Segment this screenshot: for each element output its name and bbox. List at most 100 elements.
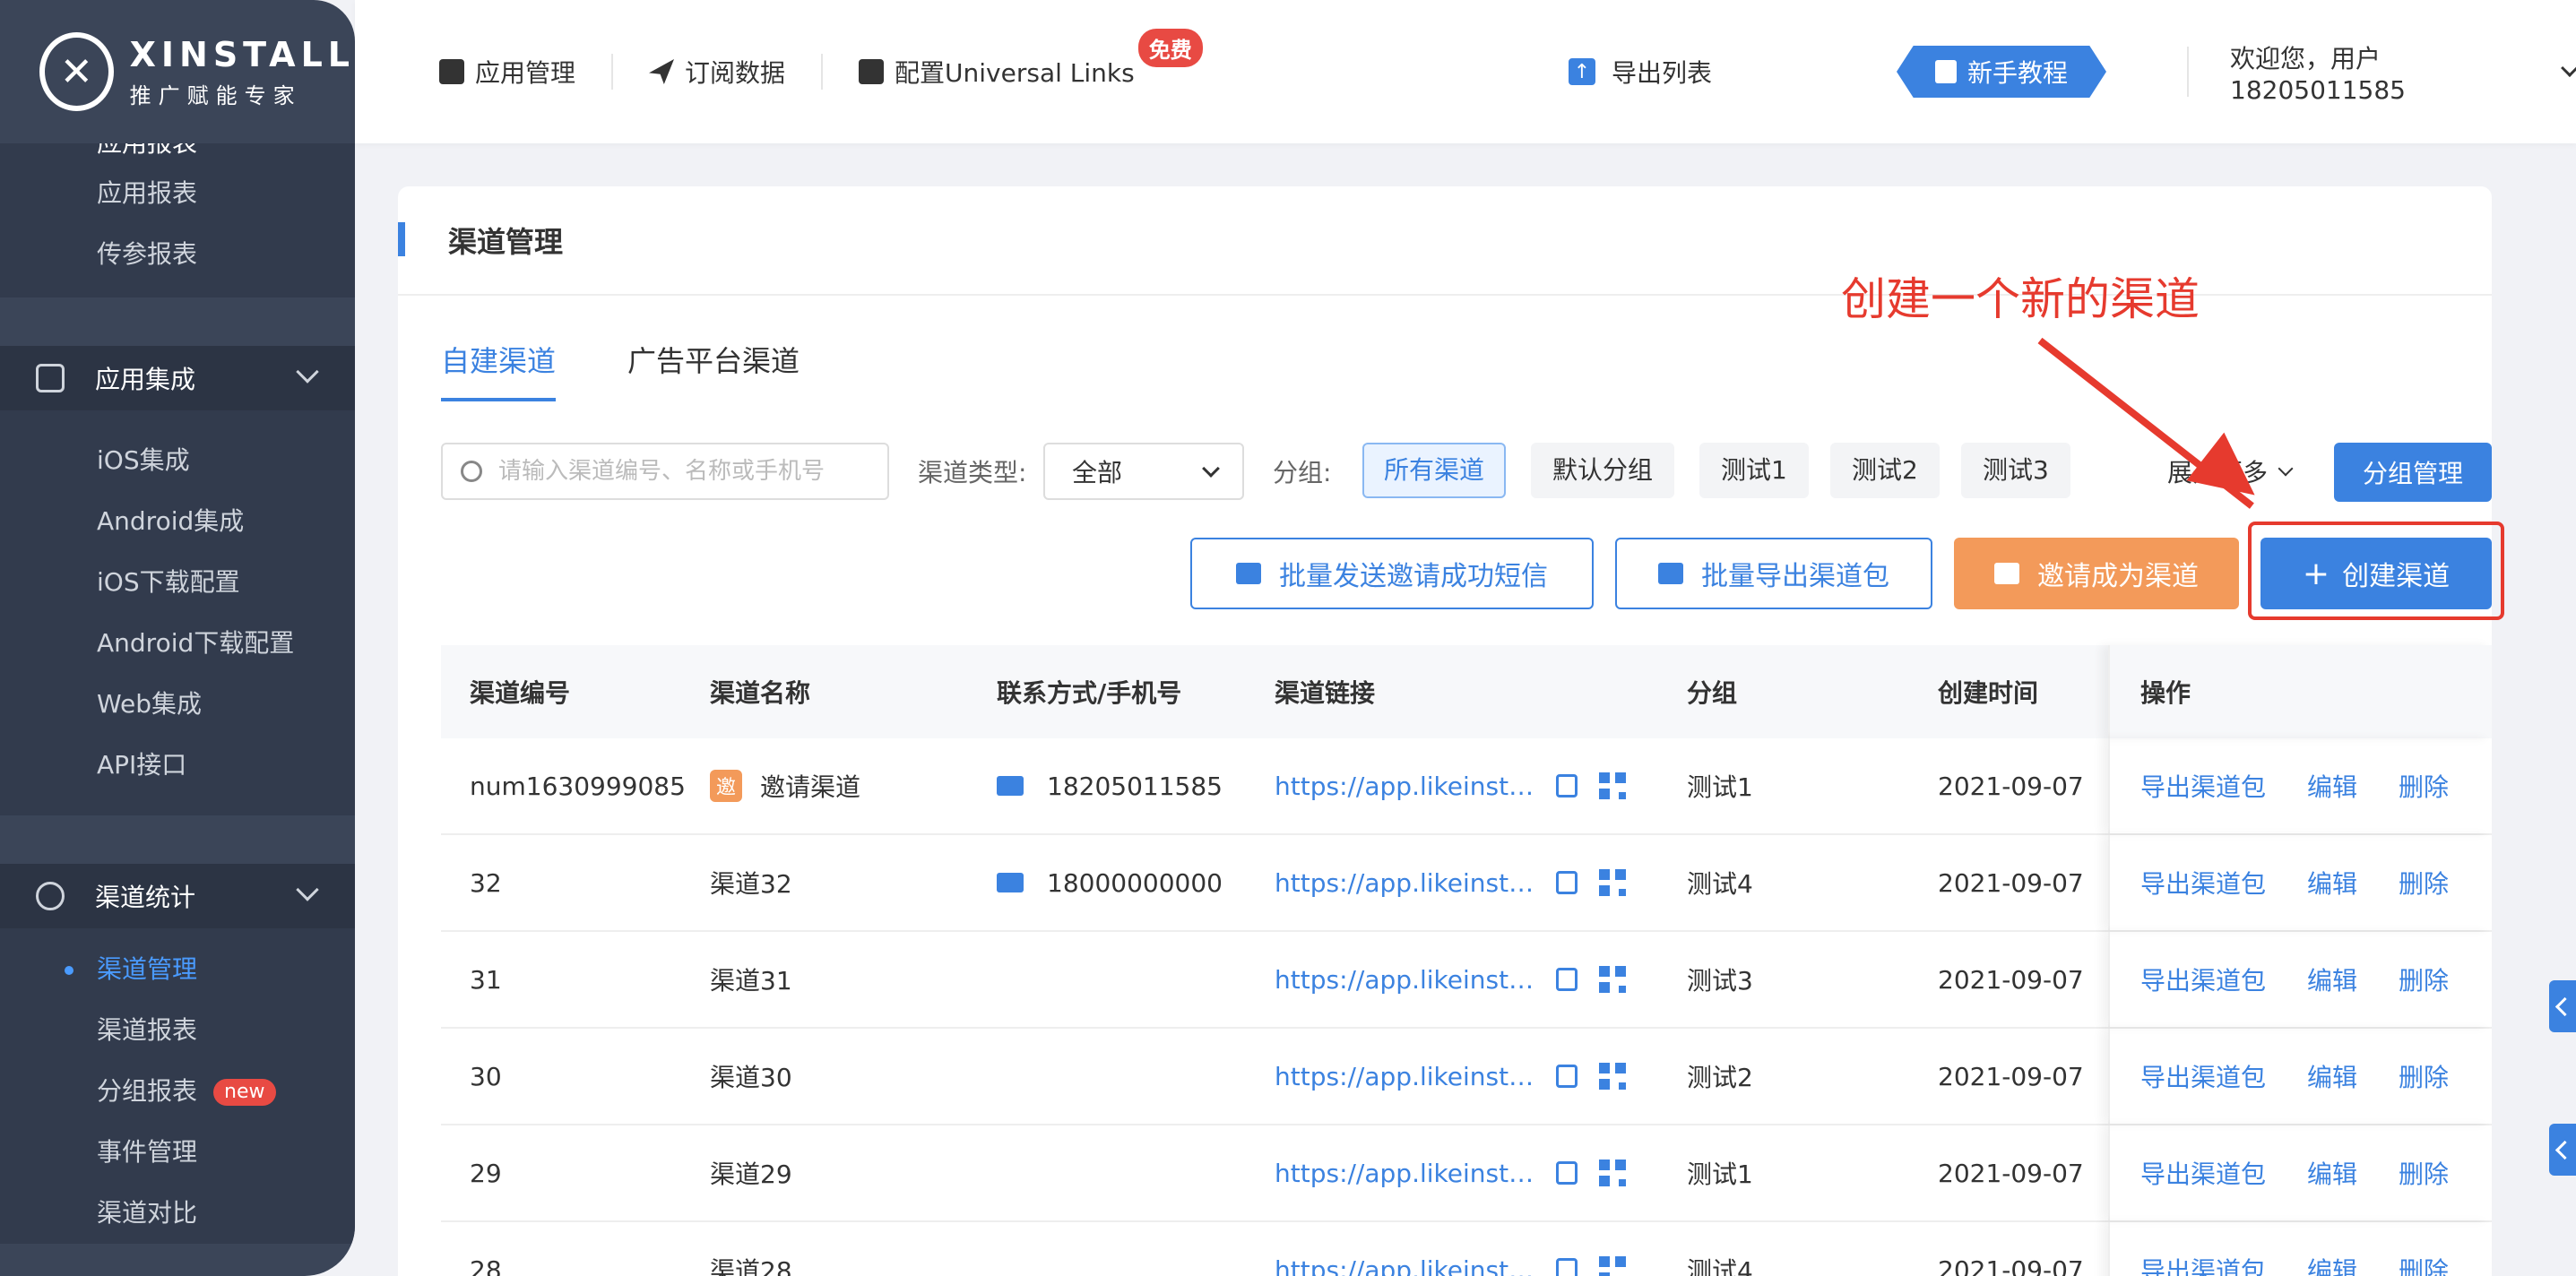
delete-link[interactable]: 删除 [2399, 1252, 2449, 1276]
upload-icon: ↑ [1569, 58, 1595, 85]
channel-created: 2021-09-07 [1938, 1254, 2084, 1276]
channel-tabs: 自建渠道 广告平台渠道 [441, 339, 871, 401]
copy-icon[interactable] [1556, 871, 1578, 894]
channel-type-label: 渠道类型: [918, 458, 1027, 487]
qrcode-icon[interactable] [1599, 1256, 1626, 1276]
group-chip-test3[interactable]: 测试3 [1961, 443, 2070, 498]
sidebar-group-channel-stats[interactable]: 渠道统计 [0, 864, 355, 928]
copy-icon[interactable] [1556, 968, 1578, 991]
sidebar-group-app-report-partial[interactable]: 应用报表 [0, 143, 355, 163]
qrcode-icon[interactable] [1599, 1160, 1626, 1186]
channel-group: 测试2 [1687, 1063, 1753, 1092]
channel-id: 29 [470, 1158, 502, 1188]
cube-icon [36, 364, 65, 392]
brand-name: XINSTALL [129, 34, 355, 74]
edit-link[interactable]: 编辑 [2307, 865, 2357, 901]
tab-self-built[interactable]: 自建渠道 [441, 339, 557, 401]
sidebar-item-api[interactable]: API接口 [0, 735, 355, 796]
channel-link[interactable]: https://app.likeinstall.com [1275, 1062, 1534, 1091]
channel-link[interactable]: https://app.likeinstall.com [1275, 1255, 1534, 1276]
edit-link[interactable]: 编辑 [2307, 961, 2357, 997]
channel-id: num1630999085 [470, 771, 686, 801]
sidebar-report-block: 应用报表 应用报表 传参报表 [0, 143, 355, 297]
delete-link[interactable]: 删除 [2399, 768, 2449, 804]
delete-link[interactable]: 删除 [2399, 961, 2449, 997]
group-manage-button[interactable]: 分组管理 [2334, 443, 2492, 502]
table-body: num1630999085 邀邀请渠道 18205011585 https://app… [441, 738, 2492, 1276]
nav-universal-links[interactable]: 配置Universal Links 免费 [821, 29, 1203, 90]
box-icon [439, 59, 464, 84]
sidebar-item-android-download[interactable]: Android下载配置 [0, 613, 355, 674]
sidebar-item-ios-download[interactable]: iOS下载配置 [0, 552, 355, 613]
invite-icon: 邀 [710, 770, 742, 802]
qrcode-icon[interactable] [1599, 1063, 1626, 1090]
sidebar-item-channel-compare[interactable]: 渠道对比 [0, 1183, 355, 1244]
sidebar-group-app-integration[interactable]: 应用集成 [0, 346, 355, 410]
delete-link[interactable]: 删除 [2399, 1155, 2449, 1191]
channel-name: 渠道32 [710, 869, 792, 899]
export-package-link[interactable]: 导出渠道包 [2140, 961, 2266, 997]
chevron-down-icon [296, 878, 319, 901]
channel-group: 测试4 [1687, 869, 1753, 899]
copy-icon[interactable] [1556, 1258, 1578, 1276]
invite-channel-button[interactable]: 邀请成为渠道 [1954, 538, 2239, 609]
logo-icon: ✕ [39, 32, 114, 111]
export-package-link[interactable]: 导出渠道包 [2140, 1058, 2266, 1094]
group-chip-default[interactable]: 默认分组 [1531, 443, 1675, 498]
nav-subscribe-data[interactable]: 订阅数据 [611, 54, 821, 90]
sidebar-item-channel-manage[interactable]: 渠道管理 [0, 939, 355, 1000]
user-menu[interactable]: 欢迎您，用户18205011585 [2187, 44, 2576, 105]
group-chip-test1[interactable]: 测试1 [1699, 443, 1809, 498]
share-icon [36, 882, 65, 910]
search-input[interactable] [498, 458, 875, 485]
edit-link[interactable]: 编辑 [2307, 1252, 2357, 1276]
brand-logo[interactable]: ✕ XINSTALL 推广赋能专家 [0, 0, 355, 143]
sidebar-item-android-integration[interactable]: Android集成 [0, 491, 355, 552]
channel-link[interactable]: https://app.likeinstall.com [1275, 772, 1534, 801]
side-collapse-tab[interactable] [2549, 980, 2576, 1032]
sidebar-item-channel-report[interactable]: 渠道报表 [0, 1000, 355, 1061]
group-chip-test2[interactable]: 测试2 [1830, 443, 1940, 498]
channel-link[interactable]: https://app.likeinstall.com [1275, 1159, 1534, 1188]
export-package-link[interactable]: 导出渠道包 [2140, 865, 2266, 901]
group-chip-all[interactable]: 所有渠道 [1362, 443, 1507, 498]
batch-sms-button[interactable]: 批量发送邀请成功短信 [1190, 538, 1594, 609]
mail-open-icon [1994, 563, 2019, 584]
channel-link[interactable]: https://app.likeinstall.com [1275, 965, 1534, 995]
free-badge: 免费 [1137, 29, 1203, 67]
delete-link[interactable]: 删除 [2399, 1058, 2449, 1094]
channel-phone: 18205011585 [1047, 771, 1223, 801]
export-package-link[interactable]: 导出渠道包 [2140, 1155, 2266, 1191]
copy-icon[interactable] [1556, 1065, 1578, 1088]
send-icon [649, 59, 675, 84]
copy-icon[interactable] [1556, 774, 1578, 798]
channel-type-select[interactable]: 全部 [1043, 443, 1244, 500]
sidebar-item-event-manage[interactable]: 事件管理 [0, 1122, 355, 1183]
channel-link[interactable]: https://app.likeinstall.com [1275, 868, 1534, 898]
nav-app-manage[interactable]: 应用管理 [355, 54, 611, 90]
side-collapse-tab[interactable] [2549, 1124, 2576, 1176]
sidebar-item-app-report[interactable]: 应用报表 [0, 163, 355, 224]
sidebar-item-param-report[interactable]: 传参报表 [0, 224, 355, 285]
brand-slogan: 推广赋能专家 [129, 82, 302, 108]
channel-created: 2021-09-07 [1938, 771, 2084, 801]
search-box[interactable] [441, 443, 889, 500]
batch-export-button[interactable]: 批量导出渠道包 [1615, 538, 1932, 609]
edit-link[interactable]: 编辑 [2307, 768, 2357, 804]
sidebar-item-ios-integration[interactable]: iOS集成 [0, 430, 355, 491]
tutorial-button[interactable]: 新手教程 [1897, 46, 2106, 98]
export-package-link[interactable]: 导出渠道包 [2140, 1252, 2266, 1276]
sidebar-item-web-integration[interactable]: Web集成 [0, 674, 355, 735]
export-list-link[interactable]: ↑ 导出列表 [1569, 54, 1712, 90]
qrcode-icon[interactable] [1599, 772, 1626, 799]
channel-table: 渠道编号 渠道名称 联系方式/手机号 渠道链接 分组 创建时间 操作 num16… [441, 645, 2492, 1276]
copy-icon[interactable] [1556, 1161, 1578, 1185]
edit-link[interactable]: 编辑 [2307, 1155, 2357, 1191]
edit-link[interactable]: 编辑 [2307, 1058, 2357, 1094]
qrcode-icon[interactable] [1599, 966, 1626, 993]
sidebar-item-group-report[interactable]: 分组报表 new [0, 1061, 355, 1122]
export-package-link[interactable]: 导出渠道包 [2140, 768, 2266, 804]
delete-link[interactable]: 删除 [2399, 865, 2449, 901]
qrcode-icon[interactable] [1599, 869, 1626, 896]
tab-ad-platform[interactable]: 广告平台渠道 [627, 339, 800, 401]
